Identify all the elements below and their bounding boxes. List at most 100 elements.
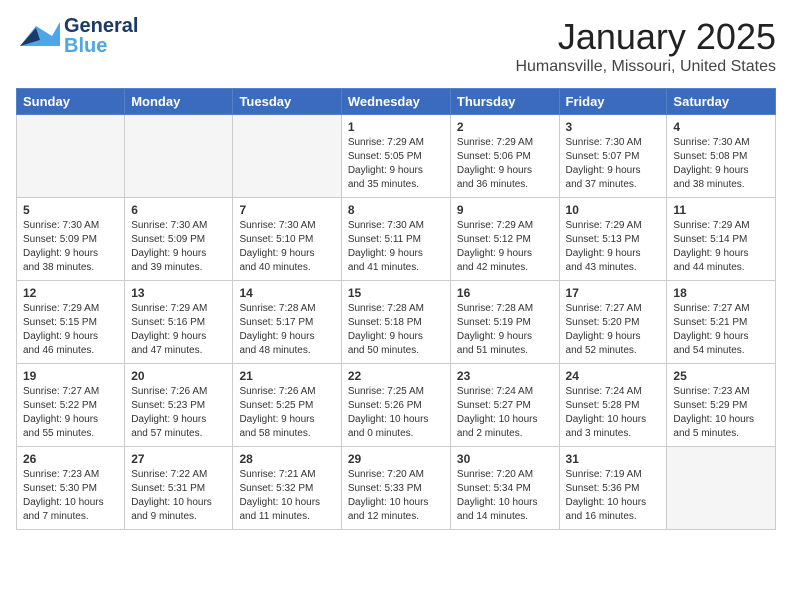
day-detail: Sunrise: 7:21 AMSunset: 5:32 PMDaylight:…	[239, 468, 334, 524]
day-number: 28	[239, 452, 334, 466]
day-detail: Sunrise: 7:23 AMSunset: 5:30 PMDaylight:…	[23, 468, 118, 524]
day-detail: Sunrise: 7:27 AMSunset: 5:20 PMDaylight:…	[566, 302, 661, 358]
day-detail: Sunrise: 7:30 AMSunset: 5:08 PMDaylight:…	[673, 136, 769, 192]
day-number: 31	[566, 452, 661, 466]
header-monday: Monday	[125, 89, 233, 115]
header-thursday: Thursday	[450, 89, 559, 115]
day-detail: Sunrise: 7:29 AMSunset: 5:15 PMDaylight:…	[23, 302, 118, 358]
table-row: 1 Sunrise: 7:29 AMSunset: 5:05 PMDaylight…	[341, 115, 450, 198]
table-row	[125, 115, 233, 198]
day-detail: Sunrise: 7:29 AMSunset: 5:05 PMDaylight:…	[348, 136, 444, 192]
table-row: 23 Sunrise: 7:24 AMSunset: 5:27 PMDayligh…	[450, 364, 559, 447]
table-row: 18 Sunrise: 7:27 AMSunset: 5:21 PMDayligh…	[667, 281, 776, 364]
calendar-week-row: 26 Sunrise: 7:23 AMSunset: 5:30 PMDayligh…	[17, 447, 776, 530]
day-number: 4	[673, 120, 769, 134]
day-detail: Sunrise: 7:29 AMSunset: 5:16 PMDaylight:…	[131, 302, 226, 358]
day-number: 1	[348, 120, 444, 134]
day-number: 9	[457, 203, 553, 217]
table-row: 29 Sunrise: 7:20 AMSunset: 5:33 PMDayligh…	[341, 447, 450, 530]
logo-text: General Blue	[64, 16, 138, 56]
day-detail: Sunrise: 7:29 AMSunset: 5:14 PMDaylight:…	[673, 219, 769, 275]
day-number: 12	[23, 286, 118, 300]
day-number: 14	[239, 286, 334, 300]
day-number: 11	[673, 203, 769, 217]
calendar-week-row: 1 Sunrise: 7:29 AMSunset: 5:05 PMDaylight…	[17, 115, 776, 198]
calendar-week-row: 5 Sunrise: 7:30 AMSunset: 5:09 PMDaylight…	[17, 198, 776, 281]
table-row: 5 Sunrise: 7:30 AMSunset: 5:09 PMDaylight…	[17, 198, 125, 281]
header-saturday: Saturday	[667, 89, 776, 115]
day-detail: Sunrise: 7:25 AMSunset: 5:26 PMDaylight:…	[348, 385, 444, 441]
day-detail: Sunrise: 7:27 AMSunset: 5:21 PMDaylight:…	[673, 302, 769, 358]
calendar-title-block: January 2025 Humansville, Missouri, Unit…	[515, 16, 776, 76]
table-row	[233, 115, 341, 198]
calendar-location: Humansville, Missouri, United States	[515, 58, 776, 76]
day-detail: Sunrise: 7:24 AMSunset: 5:27 PMDaylight:…	[457, 385, 553, 441]
day-detail: Sunrise: 7:30 AMSunset: 5:09 PMDaylight:…	[23, 219, 118, 275]
logo-icon	[16, 18, 60, 54]
day-detail: Sunrise: 7:23 AMSunset: 5:29 PMDaylight:…	[673, 385, 769, 441]
day-number: 26	[23, 452, 118, 466]
day-number: 5	[23, 203, 118, 217]
day-number: 25	[673, 369, 769, 383]
day-detail: Sunrise: 7:29 AMSunset: 5:13 PMDaylight:…	[566, 219, 661, 275]
table-row: 27 Sunrise: 7:22 AMSunset: 5:31 PMDayligh…	[125, 447, 233, 530]
day-detail: Sunrise: 7:24 AMSunset: 5:28 PMDaylight:…	[566, 385, 661, 441]
table-row: 8Sunrise: 7:30 AMSunset: 5:11 PMDaylight…	[341, 198, 450, 281]
day-detail: Sunrise: 7:29 AMSunset: 5:12 PMDaylight:…	[457, 219, 553, 275]
header-sunday: Sunday	[17, 89, 125, 115]
day-number: 29	[348, 452, 444, 466]
calendar-month-year: January 2025	[515, 16, 776, 58]
table-row: 10 Sunrise: 7:29 AMSunset: 5:13 PMDayligh…	[559, 198, 667, 281]
day-detail: Sunrise: 7:28 AMSunset: 5:18 PMDaylight:…	[348, 302, 444, 358]
table-row: 19 Sunrise: 7:27 AMSunset: 5:22 PMDayligh…	[17, 364, 125, 447]
day-number: 8	[348, 203, 444, 217]
table-row: 11 Sunrise: 7:29 AMSunset: 5:14 PMDayligh…	[667, 198, 776, 281]
day-number: 6	[131, 203, 226, 217]
day-detail: Sunrise: 7:27 AMSunset: 5:22 PMDaylight:…	[23, 385, 118, 441]
page-header: General Blue January 2025 Humansville, M…	[16, 16, 776, 76]
day-detail: Sunrise: 7:30 AMSunset: 5:07 PMDaylight:…	[566, 136, 661, 192]
day-number: 21	[239, 369, 334, 383]
table-row: 3Sunrise: 7:30 AMSunset: 5:07 PMDaylight…	[559, 115, 667, 198]
calendar-header-row: Sunday Monday Tuesday Wednesday Thursday…	[17, 89, 776, 115]
day-number: 18	[673, 286, 769, 300]
day-number: 30	[457, 452, 553, 466]
day-detail: Sunrise: 7:28 AMSunset: 5:19 PMDaylight:…	[457, 302, 553, 358]
header-tuesday: Tuesday	[233, 89, 341, 115]
table-row: 13 Sunrise: 7:29 AMSunset: 5:16 PMDayligh…	[125, 281, 233, 364]
day-detail: Sunrise: 7:28 AMSunset: 5:17 PMDaylight:…	[239, 302, 334, 358]
day-detail: Sunrise: 7:30 AMSunset: 5:10 PMDaylight:…	[239, 219, 334, 275]
day-number: 27	[131, 452, 226, 466]
table-row: 2 Sunrise: 7:29 AMSunset: 5:06 PMDaylight…	[450, 115, 559, 198]
day-number: 19	[23, 369, 118, 383]
calendar-week-row: 12 Sunrise: 7:29 AMSunset: 5:15 PMDayligh…	[17, 281, 776, 364]
table-row: 30 Sunrise: 7:20 AMSunset: 5:34 PMDayligh…	[450, 447, 559, 530]
day-number: 2	[457, 120, 553, 134]
table-row: 12 Sunrise: 7:29 AMSunset: 5:15 PMDayligh…	[17, 281, 125, 364]
table-row: 14 Sunrise: 7:28 AMSunset: 5:17 PMDayligh…	[233, 281, 341, 364]
day-number: 20	[131, 369, 226, 383]
day-number: 15	[348, 286, 444, 300]
day-number: 7	[239, 203, 334, 217]
day-detail: Sunrise: 7:19 AMSunset: 5:36 PMDaylight:…	[566, 468, 661, 524]
table-row: 7 Sunrise: 7:30 AMSunset: 5:10 PMDaylight…	[233, 198, 341, 281]
day-number: 24	[566, 369, 661, 383]
day-detail: Sunrise: 7:20 AMSunset: 5:34 PMDaylight:…	[457, 468, 553, 524]
logo: General Blue	[16, 16, 138, 56]
table-row	[667, 447, 776, 530]
day-detail: Sunrise: 7:20 AMSunset: 5:33 PMDaylight:…	[348, 468, 444, 524]
table-row: 20Sunrise: 7:26 AMSunset: 5:23 PMDayligh…	[125, 364, 233, 447]
table-row: 15 Sunrise: 7:28 AMSunset: 5:18 PMDayligh…	[341, 281, 450, 364]
table-row: 28 Sunrise: 7:21 AMSunset: 5:32 PMDayligh…	[233, 447, 341, 530]
table-row: 21Sunrise: 7:26 AMSunset: 5:25 PMDayligh…	[233, 364, 341, 447]
day-number: 10	[566, 203, 661, 217]
day-detail: Sunrise: 7:29 AMSunset: 5:06 PMDaylight:…	[457, 136, 553, 192]
table-row: 16Sunrise: 7:28 AMSunset: 5:19 PMDayligh…	[450, 281, 559, 364]
day-number: 17	[566, 286, 661, 300]
day-detail: Sunrise: 7:22 AMSunset: 5:31 PMDaylight:…	[131, 468, 226, 524]
day-number: 23	[457, 369, 553, 383]
day-number: 13	[131, 286, 226, 300]
header-friday: Friday	[559, 89, 667, 115]
logo-general-text: General	[64, 16, 138, 36]
table-row: 31 Sunrise: 7:19 AMSunset: 5:36 PMDayligh…	[559, 447, 667, 530]
